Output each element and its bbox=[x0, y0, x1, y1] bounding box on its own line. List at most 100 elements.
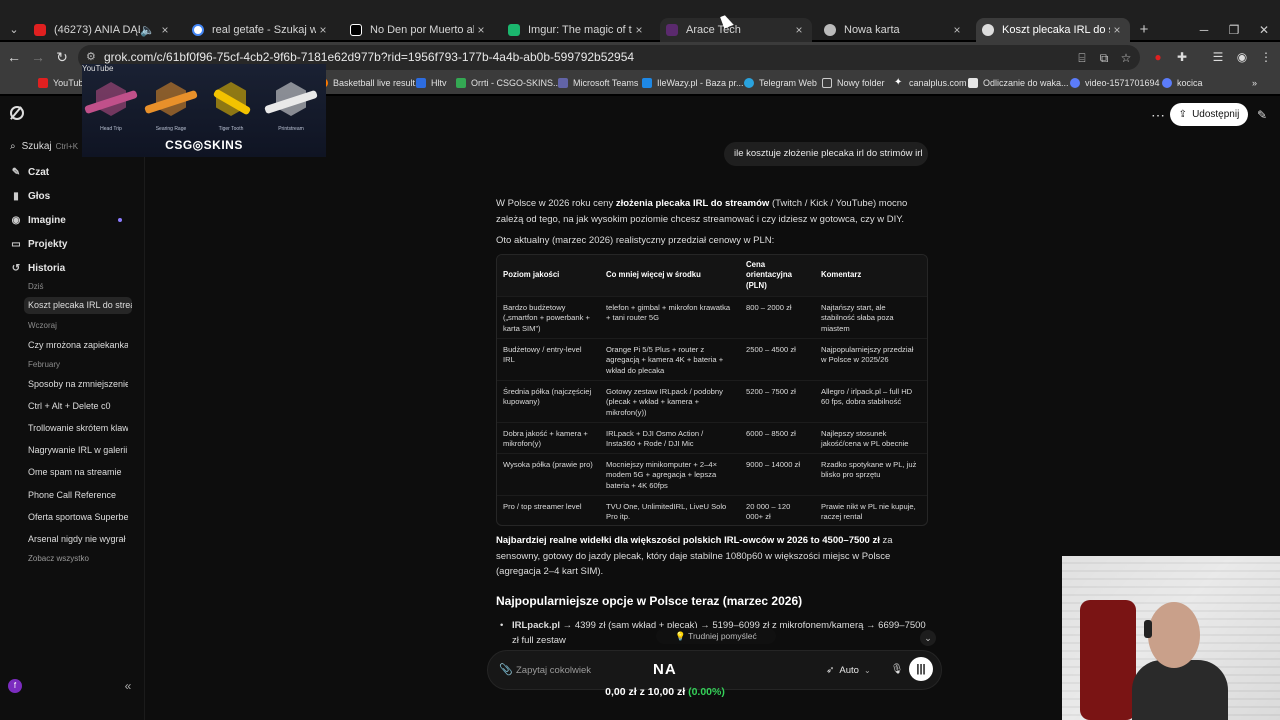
skin-name: Printstream bbox=[278, 126, 304, 132]
table-header-row: Poziom jakości Co mniej więcej w środku … bbox=[497, 255, 927, 296]
browser-tab[interactable]: (46273) ANIA DĄBROWSKA 🔈 × bbox=[28, 18, 178, 42]
bookmark-label: IleWazy.pl - Baza pr... bbox=[657, 78, 744, 88]
history-item[interactable]: Phone Call Reference bbox=[28, 490, 128, 500]
tab-close-icon[interactable]: × bbox=[158, 23, 172, 37]
table-cell: 800 – 2000 zł bbox=[740, 295, 815, 338]
voice-mode-icon[interactable]: ||| bbox=[909, 657, 933, 681]
new-tab-button[interactable]: + bbox=[1136, 20, 1152, 40]
bookmark-item[interactable]: Basketball live result... bbox=[318, 75, 423, 91]
history-item[interactable]: Nagrywanie IRL w galerii bbox=[28, 445, 128, 455]
bookmark-item[interactable]: Odliczanie do waka... bbox=[968, 75, 1069, 91]
bookmark-item[interactable]: kocica bbox=[1162, 75, 1203, 91]
table-cell: Rzadko spotykane w PL, już blisko pro sp… bbox=[815, 452, 927, 495]
history-item[interactable]: Sposoby na zmniejszenie bbox=[28, 379, 128, 389]
extensions-puzzle-icon[interactable]: ✚ bbox=[1174, 49, 1190, 65]
model-mode-dropdown[interactable]: ➶ Auto ⌄ bbox=[826, 662, 871, 678]
browser-tab-active[interactable]: Koszt plecaka IRL do streamów × bbox=[976, 18, 1130, 42]
url-text[interactable]: grok.com/c/61bf0f96-75cf-4cb2-9f6b-7181e… bbox=[104, 50, 634, 64]
skin-card: Tiger Tooth bbox=[202, 76, 260, 132]
bookmark-item[interactable]: Orrti - CSGO-SKINS... bbox=[456, 75, 561, 91]
bookmarks-overflow-button[interactable]: » bbox=[1252, 75, 1257, 91]
new-badge bbox=[118, 218, 122, 222]
minimize-icon[interactable]: ─ bbox=[1190, 20, 1218, 40]
think-harder-button[interactable]: 💡 Trudniej pomyśleć bbox=[656, 628, 776, 644]
collapse-sidebar-icon[interactable]: « bbox=[121, 679, 135, 693]
bookmark-item[interactable]: Telegram Web bbox=[744, 75, 817, 91]
profile-icon[interactable]: ◉ bbox=[1234, 49, 1250, 65]
history-item[interactable]: Czy mrożona zapiekanka jest bbox=[28, 340, 128, 350]
microphone-icon[interactable]: 🎙 bbox=[890, 663, 904, 677]
sidebar-item-voice[interactable]: ▮ Głos bbox=[10, 188, 50, 204]
speaker-icon[interactable]: 🔈 bbox=[140, 23, 155, 37]
bookmark-item[interactable]: ✦ canalplus.com bbox=[894, 75, 967, 91]
share-button[interactable]: ⇪ Udostępnij bbox=[1170, 103, 1248, 126]
sidebar-item-chat[interactable]: ✎ Czat bbox=[10, 164, 49, 180]
chat-icon: ✎ bbox=[11, 166, 21, 178]
scroll-down-chevron-icon[interactable]: ⌄ bbox=[920, 630, 936, 646]
table-cell: Gotowy zestaw IRLpack / podobny (plecak … bbox=[600, 379, 740, 422]
forward-icon[interactable]: → bbox=[28, 47, 48, 67]
tab-close-icon[interactable]: × bbox=[792, 23, 806, 37]
bookmark-label: Odliczanie do waka... bbox=[983, 78, 1069, 88]
install-app-icon[interactable]: ⧉ bbox=[1096, 50, 1112, 66]
see-all-history-link[interactable]: Zobacz wszystko bbox=[28, 554, 89, 563]
sidebar-item-history[interactable]: ↺ Historia bbox=[10, 260, 65, 276]
history-item[interactable]: Ctrl + Alt + Delete c0 bbox=[28, 401, 128, 411]
tab-title: Nowa karta bbox=[844, 24, 900, 36]
table-cell: Dobra jakość + kamera + mikrofon(y) bbox=[497, 421, 600, 453]
new-chat-icon[interactable]: ✎ bbox=[1254, 107, 1270, 123]
browser-tab[interactable]: No Den por Muerto al Barça: La × bbox=[344, 18, 494, 42]
history-item[interactable]: Trollowanie skrótem klawiszowym bbox=[28, 423, 128, 433]
bookmark-item[interactable]: video-1571701694 bbox=[1070, 75, 1160, 91]
grok-logo-icon[interactable] bbox=[10, 106, 24, 120]
sidebar-item-projects[interactable]: ▭ Projekty bbox=[10, 236, 67, 252]
sidebar-search[interactable]: ⌕ Szukaj Ctrl+K bbox=[10, 138, 78, 154]
back-icon[interactable]: ← bbox=[4, 47, 24, 67]
close-window-icon[interactable]: ✕ bbox=[1250, 20, 1278, 40]
history-item[interactable]: Ome spam na streamie bbox=[28, 467, 128, 477]
reading-list-icon[interactable]: ☰ bbox=[1210, 49, 1226, 65]
avatar[interactable]: f bbox=[8, 679, 22, 693]
tab-title: (46273) ANIA DĄBROWSKA bbox=[54, 24, 140, 36]
bookmark-item[interactable]: Hltv bbox=[416, 75, 447, 91]
bookmark-folder[interactable]: Nowy folder bbox=[822, 75, 885, 91]
maximize-icon[interactable]: ❐ bbox=[1220, 20, 1248, 40]
hltv-icon bbox=[416, 78, 426, 88]
answer-bold-text: Najbardziej realne widełki dla większośc… bbox=[496, 535, 880, 546]
tab-close-icon[interactable]: × bbox=[1110, 23, 1124, 37]
tab-search-chevron-icon[interactable]: ⌄ bbox=[4, 20, 24, 40]
tab-close-icon[interactable]: × bbox=[632, 23, 646, 37]
reload-icon[interactable]: ↻ bbox=[52, 47, 72, 67]
chrome-icon bbox=[824, 24, 836, 36]
bookmark-star-icon[interactable]: ☆ bbox=[1118, 50, 1134, 66]
skin-card: Searing Rage bbox=[142, 76, 200, 132]
youtube-icon bbox=[34, 24, 46, 36]
tab-close-icon[interactable]: × bbox=[474, 23, 488, 37]
skin-name: Head Trip bbox=[100, 126, 122, 132]
bookmark-item[interactable]: Microsoft Teams bbox=[558, 75, 638, 91]
site-info-icon[interactable]: ⚙ bbox=[86, 51, 100, 64]
sidebar-item-label: Imagine bbox=[28, 214, 66, 226]
browser-menu-icon[interactable]: ⋮ bbox=[1258, 49, 1274, 65]
tab-close-icon[interactable]: × bbox=[950, 23, 964, 37]
translate-icon[interactable]: ⌸ bbox=[1074, 50, 1090, 66]
extension-red-icon[interactable]: ● bbox=[1150, 49, 1166, 65]
answer-bold-text: złożenia plecaka IRL do streamów bbox=[615, 198, 770, 209]
history-section-today: Dziś bbox=[28, 282, 44, 291]
sidebar-item-imagine[interactable]: ◉ Imagine bbox=[10, 212, 66, 228]
browser-tab[interactable]: Arace Tech × bbox=[660, 18, 812, 42]
bookmark-item[interactable]: YouTube bbox=[38, 75, 88, 91]
more-options-icon[interactable]: ⋯ bbox=[1150, 107, 1166, 123]
attach-paperclip-icon[interactable]: 📎 bbox=[499, 663, 513, 677]
streamer-body bbox=[1132, 660, 1228, 720]
history-item-selected[interactable]: Koszt plecaka IRL do streamów bbox=[24, 297, 132, 314]
history-item[interactable]: Oferta sportowa Superbet bbox=[28, 512, 128, 522]
csgoskins-ad-overlay[interactable]: YouTube Head Trip Searing Rage Tiger Too… bbox=[82, 64, 326, 157]
browser-tab[interactable]: Nowa karta × bbox=[818, 18, 970, 42]
history-item[interactable]: Arsenal nigdy nie wygrał bbox=[28, 534, 128, 544]
browser-tab[interactable]: real getafe - Szukaj w Google × bbox=[186, 18, 336, 42]
bookmark-item[interactable]: IleWazy.pl - Baza pr... bbox=[642, 75, 744, 91]
browser-tab[interactable]: Imgur: The magic of the Interne × bbox=[502, 18, 652, 42]
tab-close-icon[interactable]: × bbox=[316, 23, 330, 37]
message-input[interactable] bbox=[516, 661, 716, 679]
